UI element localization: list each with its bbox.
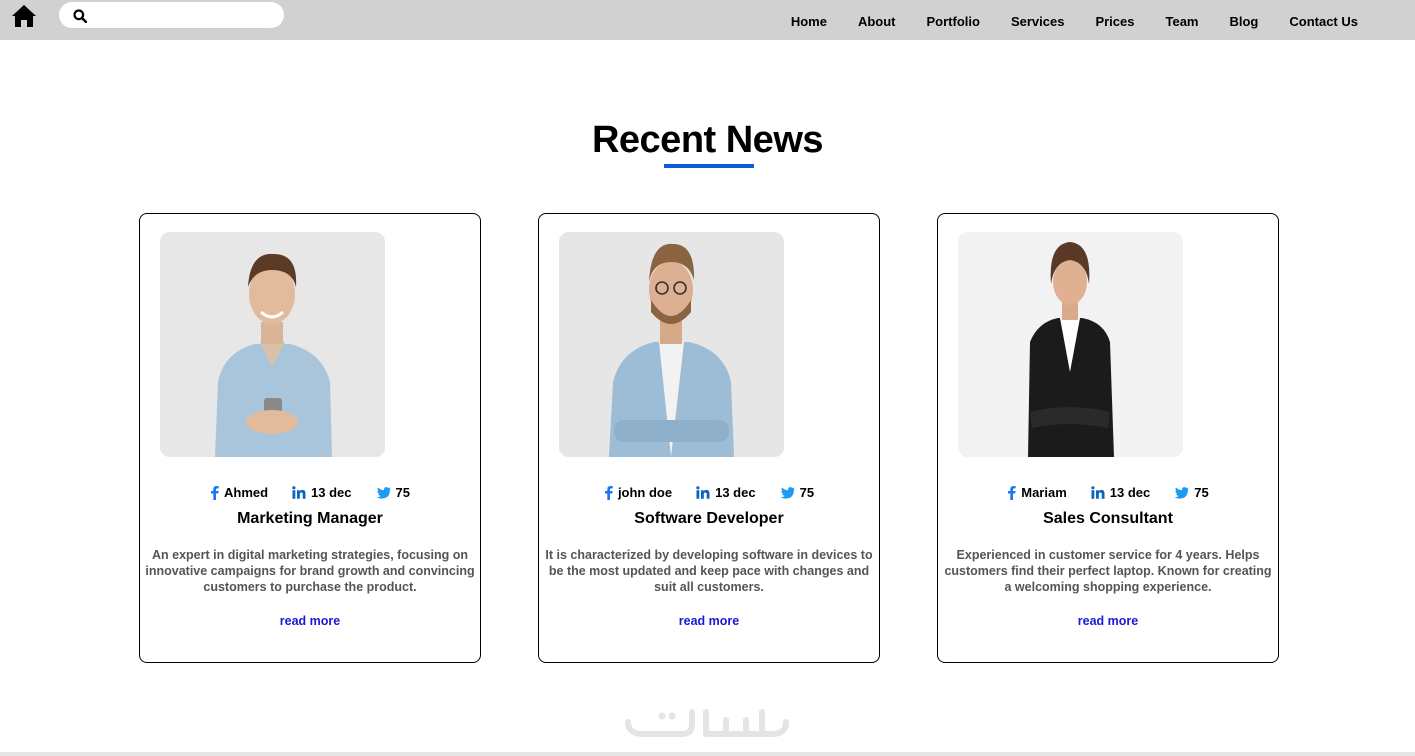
- author-name: Mariam: [1021, 485, 1067, 500]
- card-description: Experienced in customer service for 4 ye…: [944, 548, 1272, 594]
- main-nav: Home About Portfolio Services Prices Tea…: [760, 14, 1358, 29]
- post-date: 13 dec: [311, 485, 352, 500]
- read-more-link[interactable]: read more: [140, 614, 480, 628]
- news-card: john doe 13 dec 75 Software Developer It…: [538, 213, 880, 663]
- nav-prices[interactable]: Prices: [1095, 14, 1134, 29]
- post-count: 75: [1194, 485, 1209, 500]
- facebook-icon: [210, 486, 219, 500]
- nav-blog[interactable]: Blog: [1229, 14, 1258, 29]
- card-title: Sales Consultant: [1043, 510, 1173, 527]
- read-more-link[interactable]: read more: [539, 614, 879, 628]
- search-input[interactable]: [95, 5, 275, 25]
- card-description: An expert in digital marketing strategie…: [145, 548, 475, 594]
- nav-portfolio[interactable]: Portfolio: [927, 14, 980, 29]
- news-card: Mariam 13 dec 75 Sales Consultant Experi…: [937, 213, 1279, 663]
- author-name: Ahmed: [223, 485, 269, 500]
- card-title: Marketing Manager: [237, 510, 383, 527]
- search-box[interactable]: [59, 2, 284, 28]
- search-icon: [73, 9, 87, 23]
- person-photo: [958, 232, 1183, 457]
- nav-home[interactable]: Home: [791, 14, 827, 29]
- date-item[interactable]: 13 dec: [696, 485, 756, 500]
- count-item[interactable]: 75: [780, 485, 814, 500]
- author-item[interactable]: Ahmed: [210, 485, 268, 500]
- person-photo: [160, 232, 385, 457]
- post-date: 13 dec: [1109, 485, 1151, 500]
- news-card: Ahmed 13 dec 75 Marketing Manager An exp…: [139, 213, 481, 663]
- person-photo: [559, 232, 784, 457]
- card-meta: Ahmed 13 dec 75: [140, 485, 480, 500]
- twitter-icon: [1174, 486, 1189, 499]
- post-count: 75: [395, 485, 410, 500]
- count-item[interactable]: 75: [1174, 485, 1209, 500]
- watermark-logo: [625, 709, 789, 737]
- twitter-icon: [375, 486, 391, 499]
- author-item[interactable]: john doe: [604, 485, 672, 500]
- facebook-icon: [604, 486, 613, 500]
- nav-contact[interactable]: Contact Us: [1289, 14, 1358, 29]
- section-title: Recent News: [591, 119, 824, 161]
- author-name: john doe: [617, 485, 673, 500]
- card-meta: john doe 13 dec 75: [539, 485, 879, 500]
- title-underline: [664, 164, 754, 168]
- post-date: 13 dec: [715, 485, 756, 500]
- card-description: It is characterized by developing softwa…: [545, 548, 873, 594]
- top-navbar: Home About Portfolio Services Prices Tea…: [0, 0, 1415, 40]
- facebook-icon: [1008, 486, 1016, 500]
- twitter-icon: [780, 486, 795, 499]
- author-item[interactable]: Mariam: [1007, 485, 1067, 500]
- home-icon[interactable]: [11, 3, 37, 29]
- nav-about[interactable]: About: [858, 14, 896, 29]
- linkedin-icon: [1091, 486, 1105, 499]
- date-item[interactable]: 13 dec: [1091, 485, 1150, 500]
- post-count: 75: [799, 485, 815, 500]
- date-item[interactable]: 13 dec: [292, 485, 352, 500]
- card-title: Software Developer: [634, 510, 784, 527]
- linkedin-icon: [292, 486, 306, 499]
- linkedin-icon: [696, 486, 710, 499]
- nav-team[interactable]: Team: [1165, 14, 1198, 29]
- count-item[interactable]: 75: [375, 485, 410, 500]
- nav-services[interactable]: Services: [1011, 14, 1065, 29]
- card-meta: Mariam 13 dec 75: [938, 485, 1278, 500]
- read-more-link[interactable]: read more: [938, 614, 1278, 628]
- footer-divider: [0, 752, 1415, 756]
